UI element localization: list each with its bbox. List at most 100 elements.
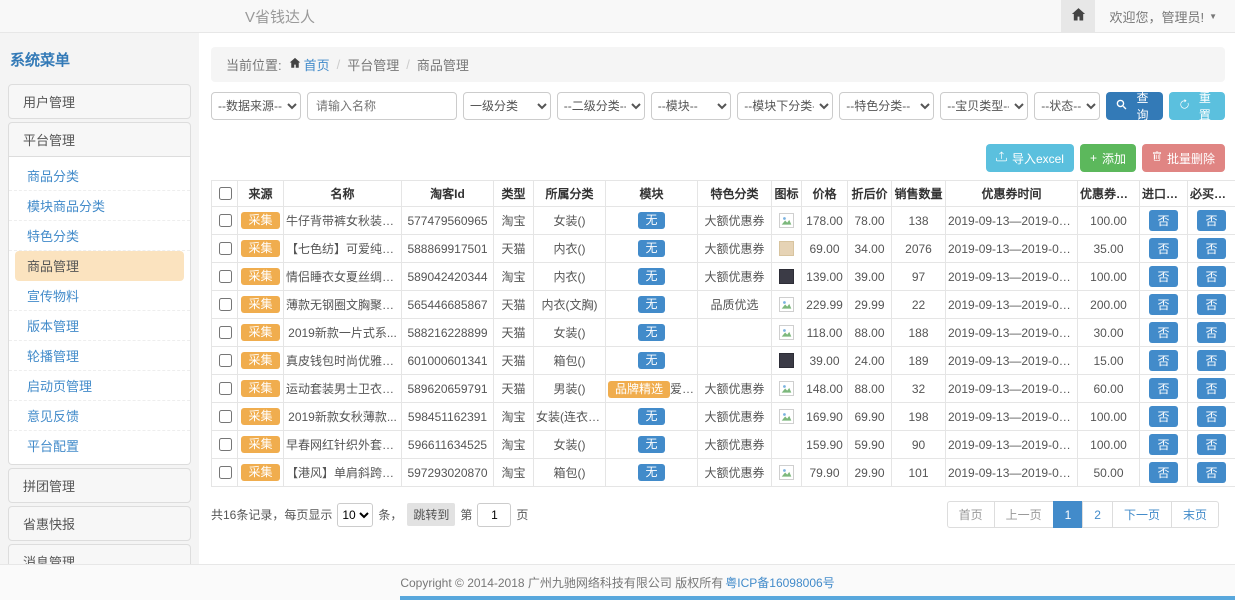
must-buy-toggle[interactable]: 否 xyxy=(1197,210,1225,231)
row-checkbox[interactable] xyxy=(219,410,232,423)
sidebar-submenu-item[interactable]: 轮播管理 xyxy=(9,341,190,371)
sidebar-item-user-management[interactable]: 用户管理 xyxy=(8,84,191,119)
sidebar-item[interactable]: 省惠快报 xyxy=(8,506,191,541)
feature-cell: 大额优惠券 xyxy=(698,207,772,235)
module-subcategory-select[interactable]: --模块下分类-- xyxy=(737,92,833,120)
taoke-id-cell: 598451162391 xyxy=(402,403,494,431)
module-none-badge: 无 xyxy=(638,268,664,285)
import-excel-button[interactable]: 导入excel xyxy=(986,144,1074,172)
taoke-id-cell: 597293020870 xyxy=(402,459,494,487)
add-button-label: 添加 xyxy=(1102,150,1126,167)
row-checkbox[interactable] xyxy=(219,214,232,227)
reset-button[interactable]: 重置 xyxy=(1169,92,1225,120)
level2-category-select[interactable]: --二级分类-- xyxy=(557,92,645,120)
icp-link[interactable]: 粤ICP备16098006号 xyxy=(725,574,834,591)
column-header: 优惠券金额 xyxy=(1078,181,1140,207)
icon-cell xyxy=(772,235,802,263)
type-cell: 天猫 xyxy=(494,235,534,263)
select-all-header xyxy=(212,181,238,207)
row-checkbox[interactable] xyxy=(219,354,232,367)
must-buy-toggle[interactable]: 否 xyxy=(1197,294,1225,315)
column-header: 淘客Id xyxy=(402,181,494,207)
page-size-select[interactable]: 10 xyxy=(337,503,373,527)
page-button[interactable]: 下一页 xyxy=(1112,501,1172,528)
discount-price-cell: 59.90 xyxy=(848,431,892,459)
sidebar-submenu-item[interactable]: 商品管理 xyxy=(15,251,184,281)
welcome-text: 欢迎您，管理员! xyxy=(1109,7,1204,26)
import-select-toggle[interactable]: 否 xyxy=(1149,210,1177,231)
import-select-toggle[interactable]: 否 xyxy=(1149,238,1177,259)
import-select-toggle[interactable]: 否 xyxy=(1149,350,1177,371)
sidebar-submenu-item[interactable]: 模块商品分类 xyxy=(9,191,190,221)
import-select-toggle[interactable]: 否 xyxy=(1149,378,1177,399)
must-buy-toggle[interactable]: 否 xyxy=(1197,322,1225,343)
import-select-toggle[interactable]: 否 xyxy=(1149,406,1177,427)
jump-page-input[interactable] xyxy=(477,503,511,527)
sidebar-submenu-item[interactable]: 特色分类 xyxy=(9,221,190,251)
row-checkbox[interactable] xyxy=(219,242,232,255)
import-select-cell: 否 xyxy=(1140,291,1188,319)
select-all-checkbox[interactable] xyxy=(219,187,232,200)
must-buy-toggle[interactable]: 否 xyxy=(1197,238,1225,259)
row-checkbox[interactable] xyxy=(219,438,232,451)
add-button[interactable]: + 添加 xyxy=(1080,144,1136,172)
import-select-toggle[interactable]: 否 xyxy=(1149,462,1177,483)
page-button[interactable]: 1 xyxy=(1053,501,1084,528)
sidebar-submenu-item[interactable]: 启动页管理 xyxy=(9,371,190,401)
breadcrumb-home-link[interactable]: 首页 xyxy=(289,55,330,74)
row-checkbox[interactable] xyxy=(219,270,232,283)
sidebar-submenu-item[interactable]: 宣传物料 xyxy=(9,281,190,311)
sidebar-item-platform-management[interactable]: 平台管理 xyxy=(8,122,191,157)
name-cell: 薄款无钢圈文胸聚拢性... xyxy=(284,291,402,319)
must-buy-toggle[interactable]: 否 xyxy=(1197,434,1225,455)
coupon-amount-cell: 100.00 xyxy=(1078,403,1140,431)
discount-price-cell: 29.90 xyxy=(848,459,892,487)
sidebar-submenu-item[interactable]: 版本管理 xyxy=(9,311,190,341)
import-select-toggle[interactable]: 否 xyxy=(1149,266,1177,287)
horizontal-scrollbar[interactable] xyxy=(400,596,1235,600)
row-checkbox[interactable] xyxy=(219,326,232,339)
module-select[interactable]: --模块-- xyxy=(651,92,732,120)
name-search-input[interactable] xyxy=(307,92,457,120)
coupon-time-cell: 2019-09-13—2019-09-17 xyxy=(946,403,1078,431)
page-button[interactable]: 末页 xyxy=(1171,501,1219,528)
type-cell: 淘宝 xyxy=(494,403,534,431)
import-select-cell: 否 xyxy=(1140,403,1188,431)
sidebar-submenu-item[interactable]: 平台配置 xyxy=(9,431,190,460)
page-button[interactable]: 首页 xyxy=(947,501,995,528)
coupon-amount-cell: 15.00 xyxy=(1078,347,1140,375)
import-select-cell: 否 xyxy=(1140,347,1188,375)
home-button[interactable] xyxy=(1061,0,1095,32)
must-buy-toggle[interactable]: 否 xyxy=(1197,378,1225,399)
must-buy-toggle[interactable]: 否 xyxy=(1197,462,1225,483)
sidebar-submenu-item[interactable]: 意见反馈 xyxy=(9,401,190,431)
import-select-toggle[interactable]: 否 xyxy=(1149,294,1177,315)
feature-category-select[interactable]: --特色分类-- xyxy=(839,92,934,120)
batch-delete-button[interactable]: 批量删除 xyxy=(1142,144,1225,172)
import-select-toggle[interactable]: 否 xyxy=(1149,434,1177,455)
refresh-icon xyxy=(1179,99,1190,113)
data-source-select[interactable]: --数据来源-- xyxy=(211,92,301,120)
sidebar-item[interactable]: 消息管理 xyxy=(8,544,191,564)
query-button[interactable]: 查询 xyxy=(1106,92,1162,120)
row-checkbox[interactable] xyxy=(219,466,232,479)
jump-to-button[interactable]: 跳转到 xyxy=(407,503,455,526)
level1-category-select[interactable]: 一级分类 xyxy=(463,92,551,120)
price-cell: 229.99 xyxy=(802,291,848,319)
row-checkbox[interactable] xyxy=(219,298,232,311)
must-buy-toggle[interactable]: 否 xyxy=(1197,406,1225,427)
sidebar-submenu-item[interactable]: 商品分类 xyxy=(9,161,190,191)
import-select-toggle[interactable]: 否 xyxy=(1149,322,1177,343)
page-button[interactable]: 2 xyxy=(1082,501,1113,528)
user-menu[interactable]: 欢迎您，管理员! ▼ xyxy=(1109,0,1217,32)
sidebar-item[interactable]: 拼团管理 xyxy=(8,468,191,503)
feature-cell xyxy=(698,347,772,375)
row-checkbox[interactable] xyxy=(219,382,232,395)
must-buy-toggle[interactable]: 否 xyxy=(1197,350,1225,371)
item-type-select[interactable]: --宝贝类型-- xyxy=(940,92,1028,120)
status-select[interactable]: --状态-- xyxy=(1034,92,1100,120)
page-button[interactable]: 上一页 xyxy=(994,501,1054,528)
coupon-amount-cell: 50.00 xyxy=(1078,459,1140,487)
module-none-badge: 无 xyxy=(638,352,664,369)
must-buy-toggle[interactable]: 否 xyxy=(1197,266,1225,287)
